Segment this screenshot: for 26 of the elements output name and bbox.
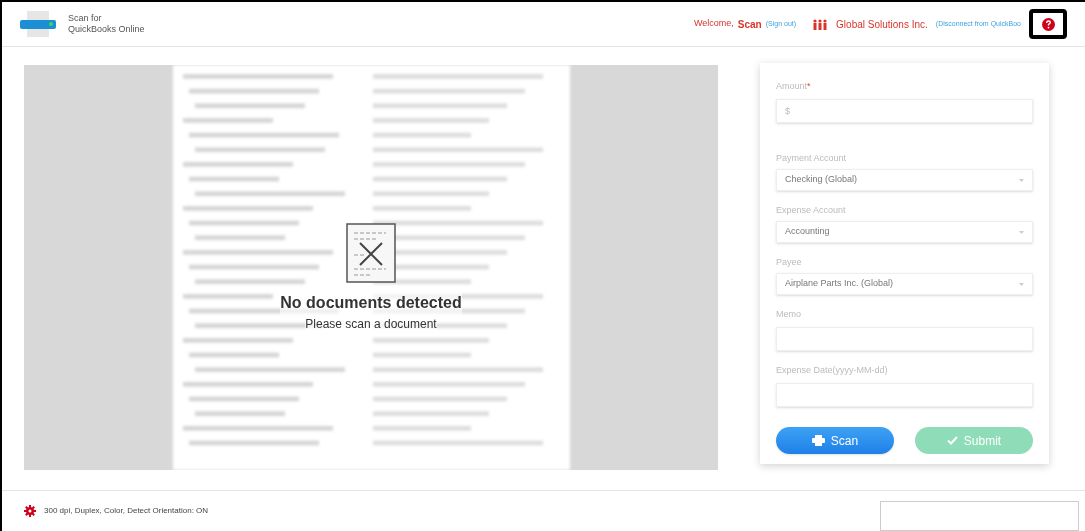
company-name: Global Solutions Inc. bbox=[836, 17, 928, 32]
caret-icon bbox=[1019, 282, 1024, 286]
scanner-icon bbox=[20, 10, 56, 38]
user-name: Scan bbox=[737, 17, 762, 32]
caret-icon bbox=[1019, 230, 1024, 234]
app-name: Scan for bbox=[68, 13, 103, 24]
required-mark: * bbox=[807, 80, 811, 94]
help-icon[interactable] bbox=[1041, 17, 1055, 31]
input-field[interactable] bbox=[880, 501, 1079, 531]
no-document-icon bbox=[346, 222, 396, 283]
people-icon bbox=[812, 18, 829, 30]
check-icon bbox=[946, 436, 958, 445]
caret-icon bbox=[1019, 178, 1024, 182]
field-label: Expense Date(yyyy-MM-dd) bbox=[776, 364, 888, 378]
field-label: Memo bbox=[776, 308, 801, 322]
app-name: QuickBooks Online bbox=[68, 24, 145, 35]
field-label: Payee bbox=[776, 256, 802, 270]
scan-button[interactable]: Scan bbox=[776, 427, 894, 454]
select-field[interactable]: Checking (Global) bbox=[776, 169, 1033, 191]
select-field[interactable]: Airplane Parts Inc. (Global) bbox=[776, 273, 1033, 295]
field-label: Expense Account bbox=[776, 204, 846, 218]
scan-settings-text: 300 dpi, Duplex, Color, Detect Orientation: ON bbox=[44, 505, 209, 517]
select-field[interactable]: Accounting bbox=[776, 221, 1033, 243]
settings-icon[interactable] bbox=[24, 505, 36, 517]
welcome-text: Welcome, bbox=[693, 17, 734, 31]
field-label: Payment Account bbox=[776, 152, 847, 166]
